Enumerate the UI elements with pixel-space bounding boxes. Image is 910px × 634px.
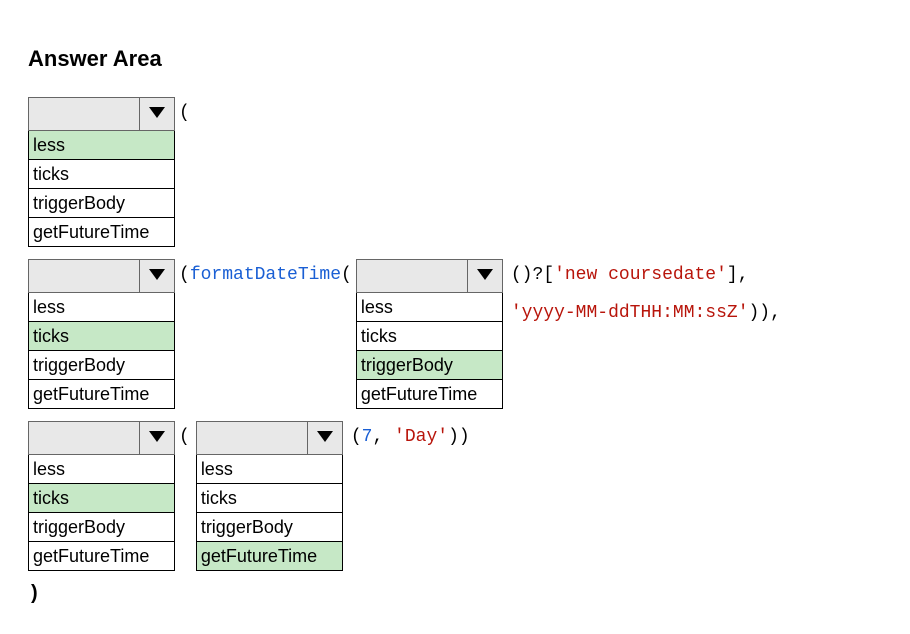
dropdown-1-arrow[interactable] (140, 98, 174, 130)
dropdown-4: lesstickstriggerBodygetFutureTime (28, 421, 175, 571)
chevron-down-icon (147, 426, 167, 451)
dropdown-1: lesstickstriggerBodygetFutureTime (28, 97, 175, 247)
dropdown-option[interactable]: getFutureTime (29, 218, 174, 246)
dropdown-option[interactable]: getFutureTime (29, 542, 174, 570)
dropdown-2-options: lesstickstriggerBodygetFutureTime (28, 293, 175, 409)
dropdown-option[interactable]: less (29, 455, 174, 484)
row-3: lesstickstriggerBodygetFutureTime ( less… (28, 421, 882, 571)
dropdown-option[interactable]: less (197, 455, 342, 484)
dropdown-3-header[interactable] (356, 259, 503, 293)
dropdown-option[interactable]: less (29, 131, 174, 160)
dropdown-1-selected (29, 98, 140, 130)
dropdown-5: lesstickstriggerBodygetFutureTime (196, 421, 343, 571)
dropdown-option[interactable]: ticks (29, 160, 174, 189)
dropdown-1-header[interactable] (28, 97, 175, 131)
dropdown-2-arrow[interactable] (140, 260, 174, 292)
dropdown-option[interactable]: getFutureTime (197, 542, 342, 570)
row-2-text-a: (formatDateTime( (175, 259, 352, 291)
dropdown-4-header[interactable] (28, 421, 175, 455)
dropdown-option[interactable]: getFutureTime (29, 380, 174, 408)
dropdown-3-arrow[interactable] (468, 260, 502, 292)
dropdown-option[interactable]: ticks (29, 322, 174, 351)
dropdown-option[interactable]: triggerBody (29, 189, 174, 218)
chevron-down-icon (147, 102, 167, 127)
dropdown-1-options: lesstickstriggerBodygetFutureTime (28, 131, 175, 247)
page-title: Answer Area (28, 46, 882, 72)
dropdown-2-selected (29, 260, 140, 292)
dropdown-5-selected (197, 422, 308, 454)
dropdown-4-selected (29, 422, 140, 454)
dropdown-4-options: lesstickstriggerBodygetFutureTime (28, 455, 175, 571)
dropdown-option[interactable]: getFutureTime (357, 380, 502, 408)
dropdown-3: lesstickstriggerBodygetFutureTime (356, 259, 503, 409)
chevron-down-icon (147, 264, 167, 289)
dropdown-5-options: lesstickstriggerBodygetFutureTime (196, 455, 343, 571)
dropdown-option[interactable]: triggerBody (29, 513, 174, 542)
dropdown-option[interactable]: triggerBody (29, 351, 174, 380)
dropdown-option[interactable]: less (29, 293, 174, 322)
dropdown-2-header[interactable] (28, 259, 175, 293)
chevron-down-icon (315, 426, 335, 451)
row-1-text: ( (175, 97, 190, 129)
chevron-down-icon (475, 264, 495, 289)
dropdown-option[interactable]: triggerBody (197, 513, 342, 542)
dropdown-3-options: lesstickstriggerBodygetFutureTime (356, 293, 503, 409)
row-2-text-b: ()?['new coursedate'], 'yyyy-MM-ddTHH:MM… (507, 259, 781, 329)
row-1: lesstickstriggerBodygetFutureTime ( (28, 97, 882, 247)
dropdown-5-arrow[interactable] (308, 422, 342, 454)
dropdown-option[interactable]: ticks (197, 484, 342, 513)
dropdown-5-header[interactable] (196, 421, 343, 455)
dropdown-4-arrow[interactable] (140, 422, 174, 454)
dropdown-3-selected (357, 260, 468, 292)
dropdown-2: lesstickstriggerBodygetFutureTime (28, 259, 175, 409)
row-3-text: (7, 'Day')) (347, 421, 470, 453)
dropdown-option[interactable]: less (357, 293, 502, 322)
row-2: lesstickstriggerBodygetFutureTime (forma… (28, 259, 882, 409)
dropdown-option[interactable]: triggerBody (357, 351, 502, 380)
dropdown-option[interactable]: ticks (29, 484, 174, 513)
row-3-spacer: ( (175, 421, 190, 453)
dropdown-option[interactable]: ticks (357, 322, 502, 351)
